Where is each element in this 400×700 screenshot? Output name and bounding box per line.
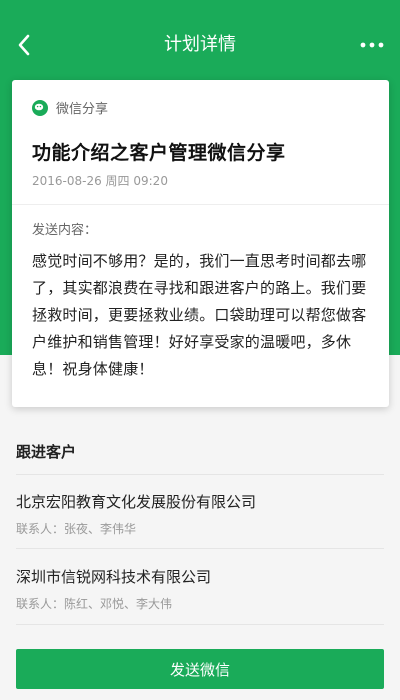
divider bbox=[16, 548, 384, 549]
client-contacts: 联系人：陈红、邓悦、李大伟 bbox=[16, 597, 173, 611]
channel-label: 微信分享 bbox=[56, 102, 109, 117]
channel-tag: 微信分享 bbox=[32, 98, 108, 117]
more-dots-icon bbox=[360, 42, 384, 48]
plan-card: 微信分享 功能介绍之客户管理微信分享 2016-08-26 周四 09:20 发… bbox=[12, 80, 389, 407]
plan-datetime: 2016-08-26 周四 09:20 bbox=[32, 174, 168, 188]
content-label: 发送内容： bbox=[32, 223, 98, 238]
more-button[interactable] bbox=[358, 34, 386, 56]
plan-title: 功能介绍之客户管理微信分享 bbox=[32, 142, 286, 164]
clients-section-title: 跟进客户 bbox=[16, 443, 77, 461]
client-item[interactable]: 北京宏阳教育文化发展股份有限公司 联系人：张夜、李伟华 bbox=[16, 491, 384, 537]
divider bbox=[16, 624, 384, 625]
send-wechat-button[interactable]: 发送微信 bbox=[16, 649, 384, 689]
divider bbox=[12, 204, 389, 205]
client-item[interactable]: 深圳市信锐网科技术有限公司 联系人：陈红、邓悦、李大伟 bbox=[16, 566, 384, 612]
navigation-bar: 计划详情 bbox=[0, 0, 400, 88]
client-contacts: 联系人：张夜、李伟华 bbox=[16, 522, 137, 536]
client-name: 深圳市信锐网科技术有限公司 bbox=[16, 568, 212, 586]
wechat-icon bbox=[32, 99, 48, 116]
page-title: 计划详情 bbox=[164, 34, 236, 55]
client-name: 北京宏阳教育文化发展股份有限公司 bbox=[16, 493, 257, 511]
divider bbox=[16, 474, 384, 475]
content-text: 感觉时间不够用？是的，我们一直思考时间都去哪了，其实都浪费在寻找和跟进客户的路上… bbox=[32, 252, 367, 378]
